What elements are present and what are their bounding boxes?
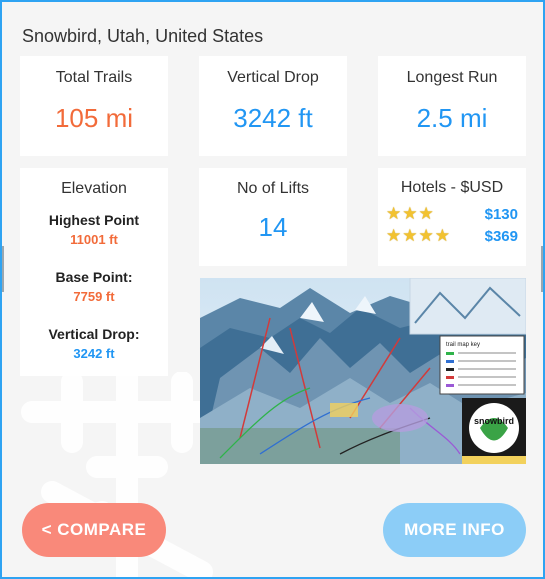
longest-run-card: Longest Run 2.5 mi bbox=[378, 56, 526, 156]
vertical-drop-value: 3242 ft bbox=[233, 103, 313, 133]
hotels-title: Hotels - $USD bbox=[400, 179, 504, 196]
vertical-drop-card: Vertical Drop 3242 ft bbox=[199, 56, 347, 156]
lifts-label: No of Lifts bbox=[236, 180, 310, 197]
trail-map-image[interactable]: trail map key snowbird bbox=[200, 278, 526, 464]
hotel-row[interactable]: ★★★★ $369 bbox=[386, 226, 518, 246]
more-info-button[interactable]: MORE INFO bbox=[383, 503, 526, 557]
base-point-label: Base Point: bbox=[55, 269, 133, 285]
left-edge-handle bbox=[2, 246, 4, 292]
vertical-drop-label: Vertical Drop bbox=[227, 69, 319, 86]
longest-run-label: Longest Run bbox=[406, 69, 498, 86]
resort-card: Snowbird, Utah, United States Total Trai… bbox=[0, 0, 545, 579]
highest-point-value: 11001 ft bbox=[70, 232, 118, 247]
resort-location-title: Snowbird, Utah, United States bbox=[22, 26, 264, 46]
longest-run-value: 2.5 mi bbox=[416, 103, 488, 133]
elevation-title: Elevation bbox=[61, 180, 127, 197]
right-edge-handle bbox=[541, 246, 543, 292]
elevation-vertical-drop-label: Vertical Drop: bbox=[48, 326, 140, 342]
elevation-vertical-drop-value: 3242 ft bbox=[73, 346, 115, 361]
total-trails-label: Total Trails bbox=[55, 69, 133, 86]
hotel-price[interactable]: $130 bbox=[485, 206, 518, 223]
elevation-card: Elevation Highest Point 11001 ft Base Po… bbox=[20, 168, 168, 376]
lifts-value: 14 bbox=[258, 212, 288, 242]
hotel-row[interactable]: ★★★ $130 bbox=[386, 204, 518, 224]
base-point-value: 7759 ft bbox=[73, 289, 115, 304]
highest-point-label: Highest Point bbox=[48, 212, 140, 228]
compare-button[interactable]: < COMPARE bbox=[22, 503, 166, 557]
snowbird-logo-text: snowbird bbox=[474, 416, 514, 426]
hotel-price[interactable]: $369 bbox=[485, 228, 518, 245]
star-rating-icon: ★★★ bbox=[386, 204, 435, 223]
lifts-card: No of Lifts 14 bbox=[199, 168, 347, 266]
hotels-card: Hotels - $USD ★★★ $130 ★★★★ $369 bbox=[378, 168, 526, 266]
map-key-title: trail map key bbox=[446, 342, 480, 348]
total-trails-value: 105 mi bbox=[54, 103, 134, 133]
star-rating-icon: ★★★★ bbox=[386, 226, 451, 245]
trail-map-illustration: trail map key snowbird bbox=[200, 278, 526, 464]
total-trails-card: Total Trails 105 mi bbox=[20, 56, 168, 156]
